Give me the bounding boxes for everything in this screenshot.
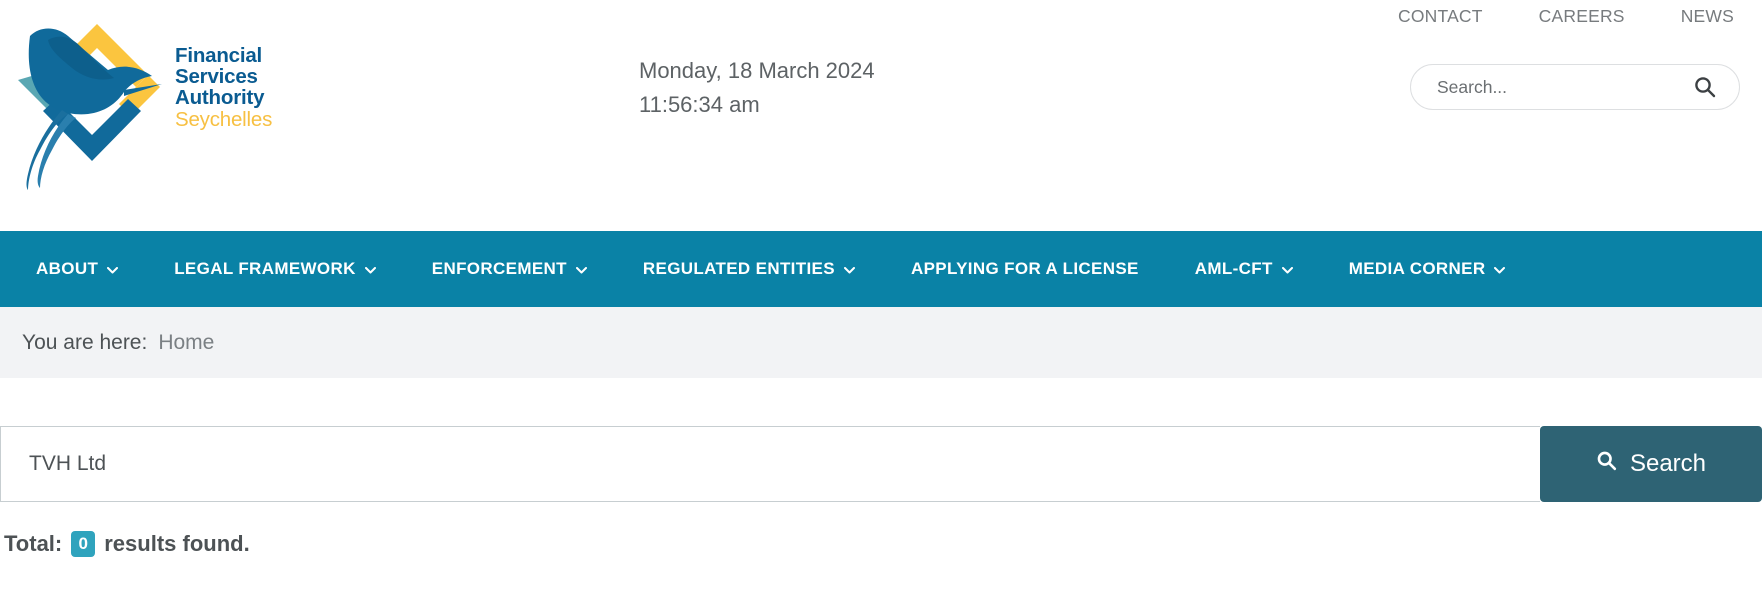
nav-item-applying-for-a-license[interactable]: APPLYING FOR A LICENSE — [911, 259, 1139, 279]
logo-line-seychelles: Seychelles — [175, 107, 273, 131]
site-header: CONTACT CAREERS NEWS Financial Services … — [0, 0, 1762, 231]
logo-line-services: Services — [175, 64, 258, 88]
chevron-down-icon — [575, 266, 587, 274]
nav-item-aml-cft[interactable]: AML-CFT — [1195, 259, 1293, 279]
nav-label: APPLYING FOR A LICENSE — [910, 259, 1139, 278]
breadcrumb-item-home[interactable]: Home — [158, 331, 214, 355]
logo-line-financial: Financial — [175, 44, 263, 67]
top-nav-careers[interactable]: CAREERS — [1511, 0, 1653, 32]
nav-label: LEGAL FRAMEWORK — [174, 259, 356, 278]
chevron-down-icon — [364, 266, 376, 274]
results-count-badge: 0 — [71, 531, 96, 557]
results-suffix: results found. — [104, 531, 250, 556]
top-utility-nav: CONTACT CAREERS NEWS — [1370, 0, 1740, 32]
chevron-down-icon — [107, 266, 119, 274]
header-search-input[interactable] — [1411, 76, 1693, 98]
nav-item-legal-framework[interactable]: LEGAL FRAMEWORK — [174, 259, 376, 279]
nav-item-enforcement[interactable]: ENFORCEMENT — [432, 259, 587, 279]
search-input[interactable] — [0, 426, 1540, 502]
nav-item-about[interactable]: ABOUT — [36, 259, 119, 279]
nav-label: ABOUT — [36, 259, 99, 278]
search-icon[interactable] — [1693, 75, 1717, 99]
search-icon — [1596, 450, 1617, 478]
nav-item-regulated-entities[interactable]: REGULATED ENTITIES — [643, 259, 855, 279]
top-nav-contact[interactable]: CONTACT — [1370, 0, 1511, 32]
header-date: Monday, 18 March 2024 — [639, 58, 875, 83]
results-prefix: Total: — [4, 531, 63, 556]
top-nav-news[interactable]: NEWS — [1653, 0, 1740, 32]
chevron-down-icon — [1494, 266, 1506, 274]
site-search-form: Search — [0, 426, 1762, 502]
main-navigation: ABOUT LEGAL FRAMEWORK ENFORCEMENT REGULA… — [0, 231, 1762, 307]
nav-label: REGULATED ENTITIES — [642, 259, 835, 278]
search-button-label: Search — [1629, 450, 1707, 477]
header-search-box[interactable] — [1410, 64, 1740, 110]
logo-line-authority: Authority — [175, 85, 265, 109]
chevron-down-icon — [843, 266, 855, 274]
tropicbird-diamond-logo-icon — [12, 14, 172, 190]
nav-label: AML-CFT — [1194, 259, 1273, 278]
site-logo[interactable]: Financial Services Authority Seychelles — [12, 14, 302, 190]
breadcrumb-label: You are here: — [22, 330, 148, 354]
header-datetime: Monday, 18 March 2024 11:56:34 am — [639, 54, 875, 122]
search-button[interactable]: Search — [1540, 426, 1762, 502]
breadcrumb: You are here: Home — [0, 307, 1762, 378]
nav-item-media-corner[interactable]: MEDIA CORNER — [1349, 259, 1506, 279]
results-summary: Total: 0 results found. — [0, 531, 1762, 557]
header-time: 11:56:34 am — [639, 92, 760, 117]
nav-label: MEDIA CORNER — [1348, 259, 1486, 278]
logo-wordmark: Financial Services Authority Seychelles — [175, 44, 273, 131]
nav-label: ENFORCEMENT — [431, 259, 567, 278]
chevron-down-icon — [1281, 266, 1293, 274]
